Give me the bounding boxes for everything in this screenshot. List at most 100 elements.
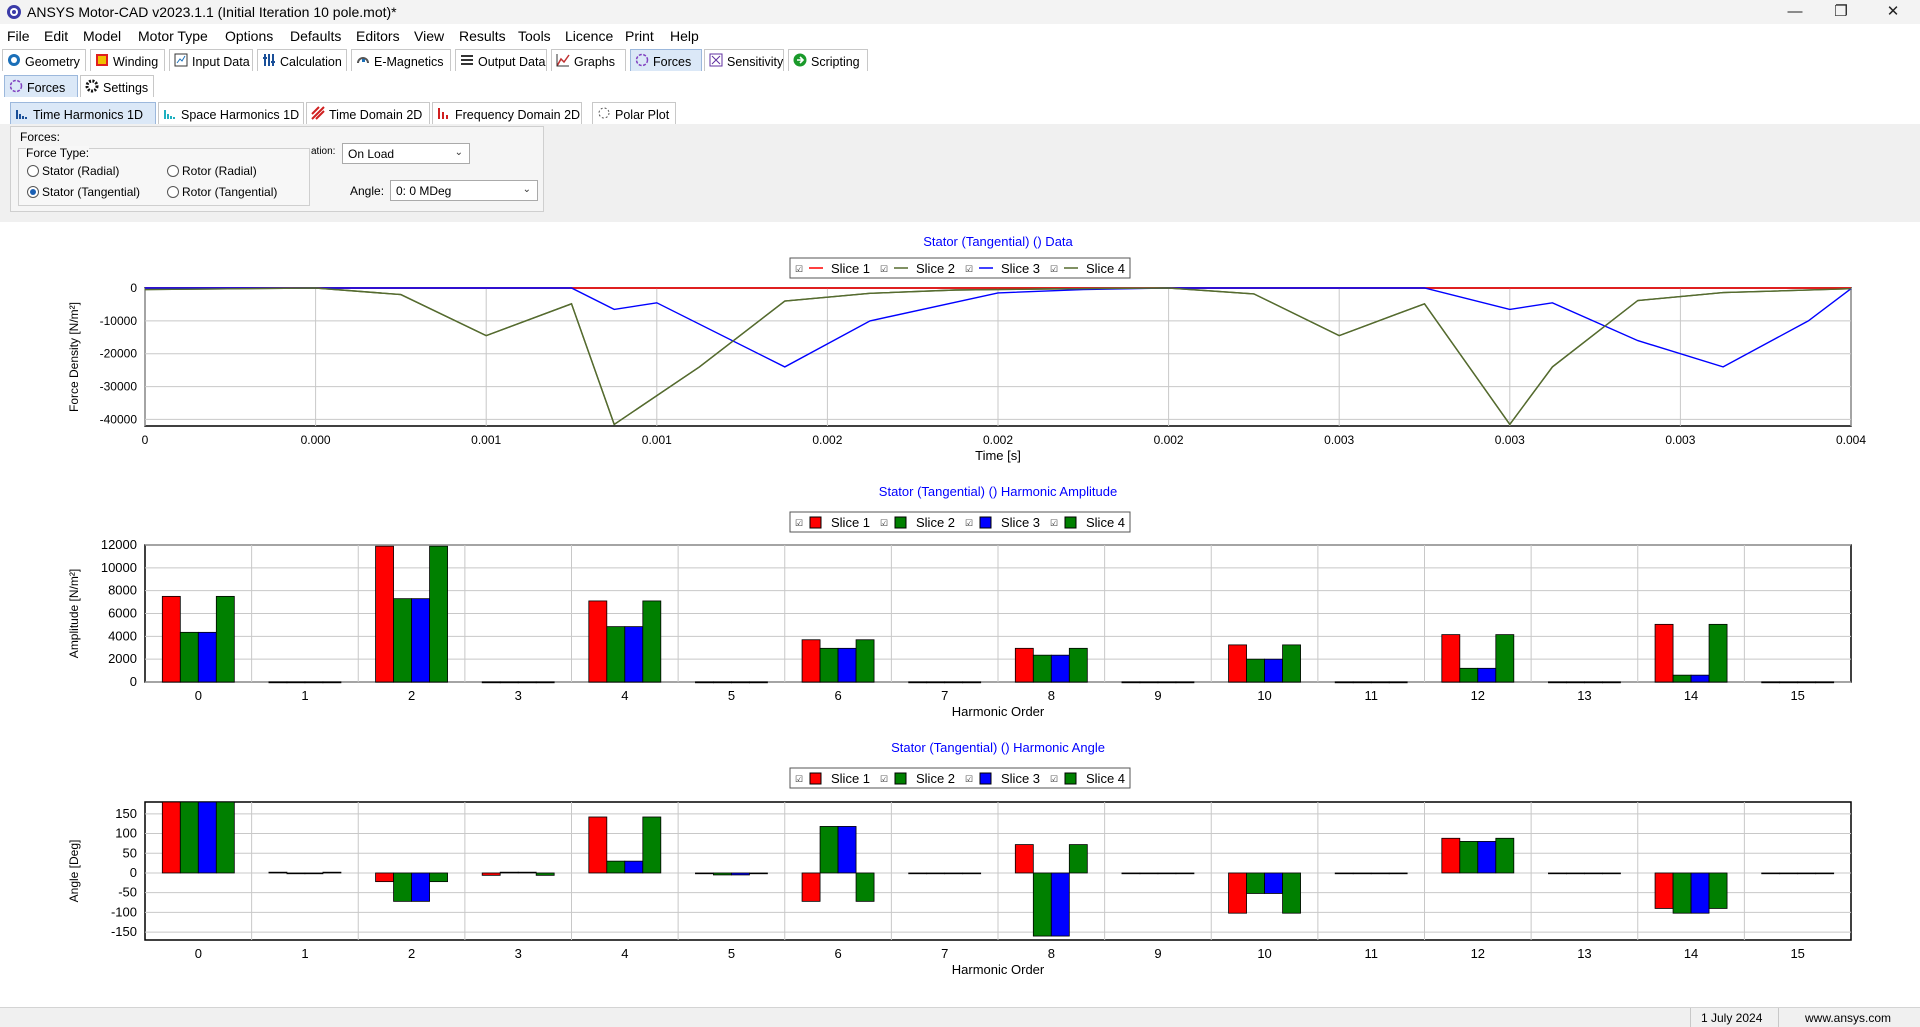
legend-swatch [894, 516, 907, 529]
bar-slice-3 [1477, 841, 1497, 874]
legend-checkbox-icon: ☑ [880, 264, 888, 274]
bar-slice-2 [1779, 872, 1799, 875]
bar-slice-1 [1761, 872, 1781, 875]
menu-model[interactable]: Model [83, 28, 121, 44]
x-tick-label: 11 [1364, 688, 1378, 703]
x-tick-label: 15 [1790, 946, 1804, 961]
legend-checkbox-icon: ☑ [1050, 774, 1058, 784]
menu-help[interactable]: Help [670, 28, 699, 44]
radio-rotor-tangential[interactable] [167, 186, 179, 198]
tab-scripting[interactable]: Scripting [788, 49, 868, 71]
menu-file[interactable]: File [7, 28, 30, 44]
winding-icon [96, 54, 108, 66]
bar-slice-2 [1459, 841, 1479, 874]
y-tick-label: 12000 [101, 537, 137, 552]
tab-geometry[interactable]: Geometry [2, 49, 86, 71]
bar-slice-2 [1352, 872, 1372, 875]
tab-input-data[interactable]: Input Data [169, 49, 253, 71]
legend-label: Slice 1 [831, 515, 870, 530]
tab-sensitivity[interactable]: Sensitivity [704, 49, 784, 71]
bar-slice-3 [1264, 658, 1283, 683]
subtab-forces[interactable]: Forces [4, 75, 78, 97]
legend-label: Slice 2 [916, 771, 955, 786]
x-tick-label: 0.003 [1324, 433, 1354, 447]
bar-slice-3 [304, 872, 324, 875]
bar-slice-2 [393, 872, 412, 902]
tab-forces[interactable]: Forces [630, 49, 702, 71]
menu-edit[interactable]: Edit [44, 28, 68, 44]
restore-button[interactable]: ❐ [1818, 0, 1864, 24]
x-tick-label: 14 [1684, 946, 1698, 961]
legend-swatch [1064, 772, 1077, 785]
bar-slice-4 [429, 872, 448, 883]
close-button[interactable]: ✕ [1870, 0, 1916, 24]
status-website: www.ansys.com [1805, 1011, 1892, 1025]
chart-tab-bar: Time Harmonics 1D Space Harmonics 1D Tim… [0, 100, 1920, 124]
time-data-chart: Stator (Tangential) () Data Time [s] Force… [67, 234, 1866, 463]
chart-title: Stator (Tangential) () Harmonic Amplitud… [879, 484, 1117, 499]
angle-select[interactable]: 0: 0 MDeg ⌄ [390, 180, 538, 201]
bar-slice-4 [1708, 623, 1728, 683]
bar-slice-1 [695, 681, 714, 684]
bar-slice-1 [1441, 634, 1461, 683]
menu-view[interactable]: View [414, 28, 444, 44]
menu-options[interactable]: Options [225, 28, 273, 44]
bar-slice-3 [944, 681, 964, 684]
y-tick-label: 0 [130, 281, 137, 295]
tab-polar-plot[interactable]: Polar Plot [592, 102, 676, 124]
tab-time-harmonics-1d[interactable]: Time Harmonics 1D [10, 102, 156, 124]
bar-slice-1 [1014, 647, 1034, 683]
bar-slice-4 [322, 681, 342, 684]
menu-print[interactable]: Print [625, 28, 654, 44]
bar-slice-4 [642, 816, 662, 874]
tab-e-magnetics[interactable]: E-Magnetics [351, 49, 451, 71]
radio-stator-tangential[interactable] [27, 186, 39, 198]
bar-slice-2 [1246, 658, 1265, 683]
force-type-label: Force Type: [26, 146, 90, 160]
chevron-down-icon: ⌄ [522, 184, 531, 195]
bar-slice-2 [499, 681, 519, 684]
forces-icon [9, 79, 23, 93]
bar-slice-2 [1352, 681, 1372, 684]
radio-rotor-radial[interactable] [167, 165, 179, 177]
operation-select[interactable]: On Load ⌄ [342, 143, 470, 164]
subtab-settings[interactable]: Settings [80, 75, 154, 97]
bar-slice-3 [517, 681, 537, 684]
y-tick-label: 8000 [108, 583, 137, 598]
bar-slice-3 [197, 631, 217, 683]
bar-slice-3 [1050, 872, 1070, 937]
bar-slice-4 [962, 681, 982, 684]
minimize-button[interactable]: — [1772, 0, 1818, 24]
y-tick-label: 100 [115, 826, 137, 841]
bar-slice-3 [1797, 681, 1817, 684]
tab-winding[interactable]: Winding [90, 49, 165, 71]
menu-defaults[interactable]: Defaults [290, 28, 341, 44]
tab-time-domain-2d[interactable]: Time Domain 2D [306, 102, 430, 124]
bar-slice-3 [1797, 872, 1817, 875]
menu-tools[interactable]: Tools [518, 28, 551, 44]
x-tick-label: 12 [1471, 946, 1485, 961]
radio-stator-radial[interactable] [27, 165, 39, 177]
bar-slice-4 [1602, 681, 1621, 684]
menu-editors[interactable]: Editors [356, 28, 400, 44]
bar-slice-2 [179, 631, 199, 683]
menu-licence[interactable]: Licence [565, 28, 613, 44]
y-tick-label: -150 [111, 924, 137, 939]
bar-slice-1 [1228, 872, 1247, 914]
bar-slice-4 [1815, 681, 1835, 684]
menu-motor-type[interactable]: Motor Type [138, 28, 208, 44]
bar-slice-1 [588, 816, 608, 874]
tab-space-harmonics-1d[interactable]: Space Harmonics 1D [158, 102, 304, 124]
tab-graphs[interactable]: Graphs [551, 49, 626, 71]
menu-results[interactable]: Results [459, 28, 506, 44]
tab-calculation[interactable]: Calculation [257, 49, 347, 71]
tab-frequency-domain-2d[interactable]: Frequency Domain 2D [432, 102, 582, 124]
bar-slice-1 [1548, 681, 1567, 684]
y-tick-label: 0 [130, 865, 137, 880]
legend-checkbox-icon: ☑ [965, 264, 973, 274]
tab-output-data[interactable]: Output Data [455, 49, 547, 71]
legend-label: Slice 4 [1086, 515, 1125, 530]
x-tick-label: 5 [728, 946, 735, 961]
y-tick-label: -30000 [100, 380, 138, 394]
x-tick-label: 1 [301, 688, 308, 703]
